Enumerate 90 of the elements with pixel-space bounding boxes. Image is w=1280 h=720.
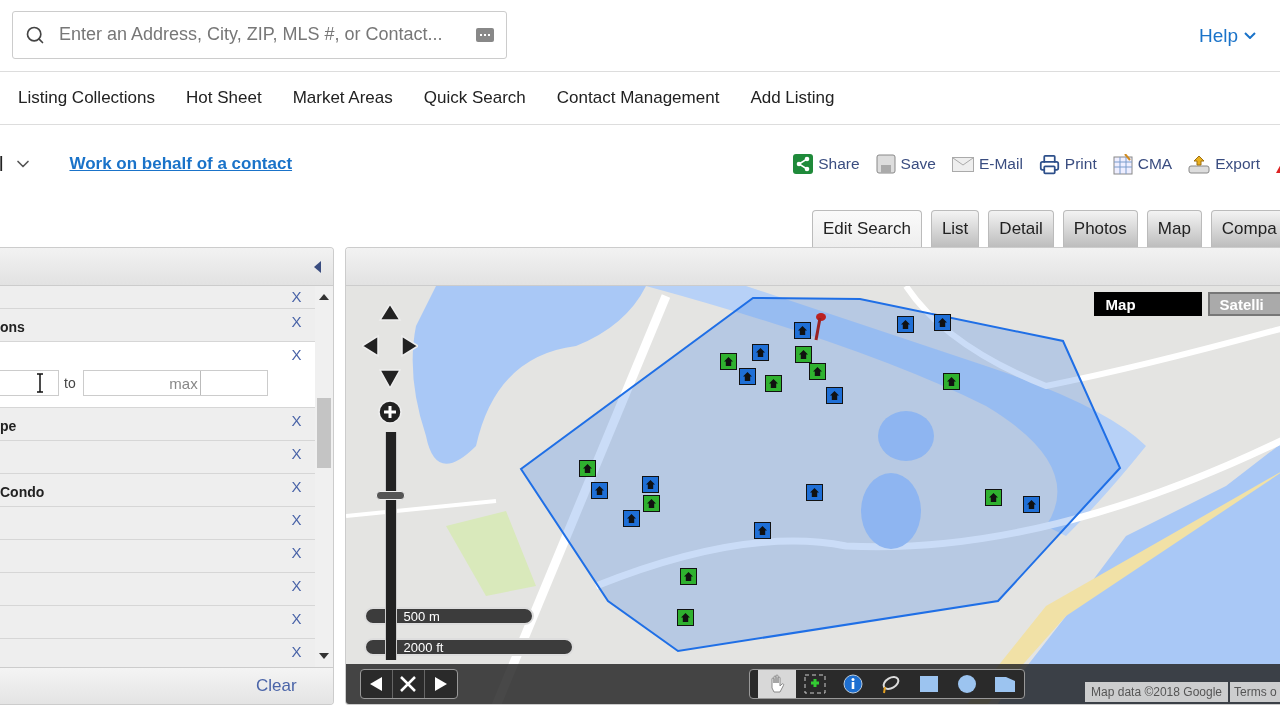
action-label: Share (818, 155, 860, 173)
export-tray-icon (1188, 154, 1211, 174)
pan-tool-button[interactable] (757, 670, 796, 698)
chevron-down-icon (1244, 32, 1256, 39)
house-icon (755, 348, 765, 357)
remove-link[interactable]: X (291, 478, 302, 495)
remove-link[interactable]: X (291, 544, 302, 561)
house-icon (594, 486, 604, 495)
spreadsheet-icon (1112, 153, 1133, 175)
zoom-thumb[interactable] (375, 491, 405, 501)
keyboard-icon[interactable] (476, 27, 494, 42)
search-box[interactable]: Enter an Address, City, ZIP, MLS #, or Contact... (12, 10, 507, 59)
nav-link[interactable]: Market Areas (292, 88, 393, 108)
lasso-icon (880, 674, 901, 694)
help-menu[interactable]: Help (1198, 24, 1256, 47)
context-label: l (0, 152, 4, 176)
action-link[interactable]: Export (1188, 154, 1260, 174)
min-field[interactable] (0, 370, 59, 396)
action-link[interactable]: Print (1038, 153, 1097, 175)
scroll-thumb[interactable] (316, 398, 331, 468)
house-icon (946, 377, 956, 386)
share-icon (793, 154, 814, 174)
house-icon (1026, 500, 1036, 509)
criteria-label: Condo (0, 484, 45, 500)
tab[interactable]: Compa (1210, 210, 1280, 247)
criteria-label: pe (0, 418, 17, 434)
map-attribution: Map data ©2018 Google (1085, 682, 1228, 702)
tab[interactable]: List (930, 210, 980, 247)
tab[interactable]: Photos (1062, 210, 1138, 247)
scroll-up-icon[interactable] (318, 293, 329, 301)
remove-link[interactable]: X (291, 412, 302, 429)
text-cursor-icon (36, 373, 44, 393)
polygon-icon (993, 674, 1016, 694)
house-icon (768, 379, 778, 388)
house-icon (797, 326, 807, 335)
house-icon (809, 488, 819, 497)
action-label: Export (1215, 155, 1260, 173)
remove-link[interactable]: X (291, 643, 302, 660)
nav-link[interactable]: Contact Management (556, 88, 720, 108)
tab[interactable]: Detail (988, 210, 1054, 247)
zoom-in-icon[interactable] (377, 400, 402, 424)
house-icon (683, 572, 693, 581)
remove-link[interactable]: X (291, 288, 302, 305)
action-link[interactable]: E-Mail (951, 155, 1023, 173)
action-label: Save (900, 155, 936, 173)
contact-link[interactable]: Work on behalf of a contact (69, 154, 293, 174)
envelope-icon (951, 156, 974, 172)
house-icon (829, 391, 839, 400)
circle-icon (956, 674, 977, 694)
cross-arrows-icon (400, 676, 417, 692)
search-icon (25, 24, 45, 45)
nav-link[interactable]: Hot Sheet (186, 88, 262, 108)
tab[interactable]: Map (1146, 210, 1202, 247)
action-link[interactable]: Share (793, 154, 860, 174)
map-type-button[interactable]: Map (1093, 292, 1202, 316)
remove-link[interactable]: X (291, 346, 302, 363)
zoom-box-icon (803, 674, 826, 694)
left-triangle-icon (370, 677, 383, 691)
tab[interactable]: Edit Search (812, 210, 922, 247)
action-link[interactable]: CMA (1112, 153, 1173, 175)
house-icon (680, 613, 690, 622)
rectangle-icon (918, 674, 939, 694)
clear-link[interactable]: Clear (255, 676, 297, 696)
right-triangle-icon (434, 677, 447, 691)
nav-link[interactable]: Add Listing (750, 88, 835, 108)
nav-link[interactable]: Listing Collections (18, 88, 155, 108)
house-icon (988, 493, 998, 502)
remove-link[interactable]: X (291, 313, 302, 330)
action-label: Print (1064, 155, 1097, 173)
action-label: E-Mail (978, 155, 1023, 173)
terms-link[interactable]: Terms o (1230, 682, 1280, 702)
collapse-caret-icon[interactable] (313, 260, 321, 273)
remove-link[interactable]: X (291, 610, 302, 627)
scroll-down-icon[interactable] (318, 652, 329, 660)
action-link[interactable]: Save (875, 154, 936, 174)
criteria-label: ons (0, 319, 25, 335)
action-label: CMA (1137, 155, 1173, 173)
remove-link[interactable]: X (291, 445, 302, 462)
remove-link[interactable]: X (291, 511, 302, 528)
info-icon (842, 674, 863, 694)
remove-link[interactable]: X (291, 577, 302, 594)
pan-arrows-icon[interactable] (361, 304, 418, 388)
printer-icon (1038, 153, 1060, 175)
house-icon (937, 318, 947, 327)
house-icon (757, 526, 767, 535)
house-icon (582, 464, 592, 473)
max-box[interactable]: max (82, 370, 268, 396)
nav-link[interactable]: Quick Search (423, 88, 526, 108)
house-icon (900, 320, 910, 329)
range-separator: to (64, 375, 76, 391)
